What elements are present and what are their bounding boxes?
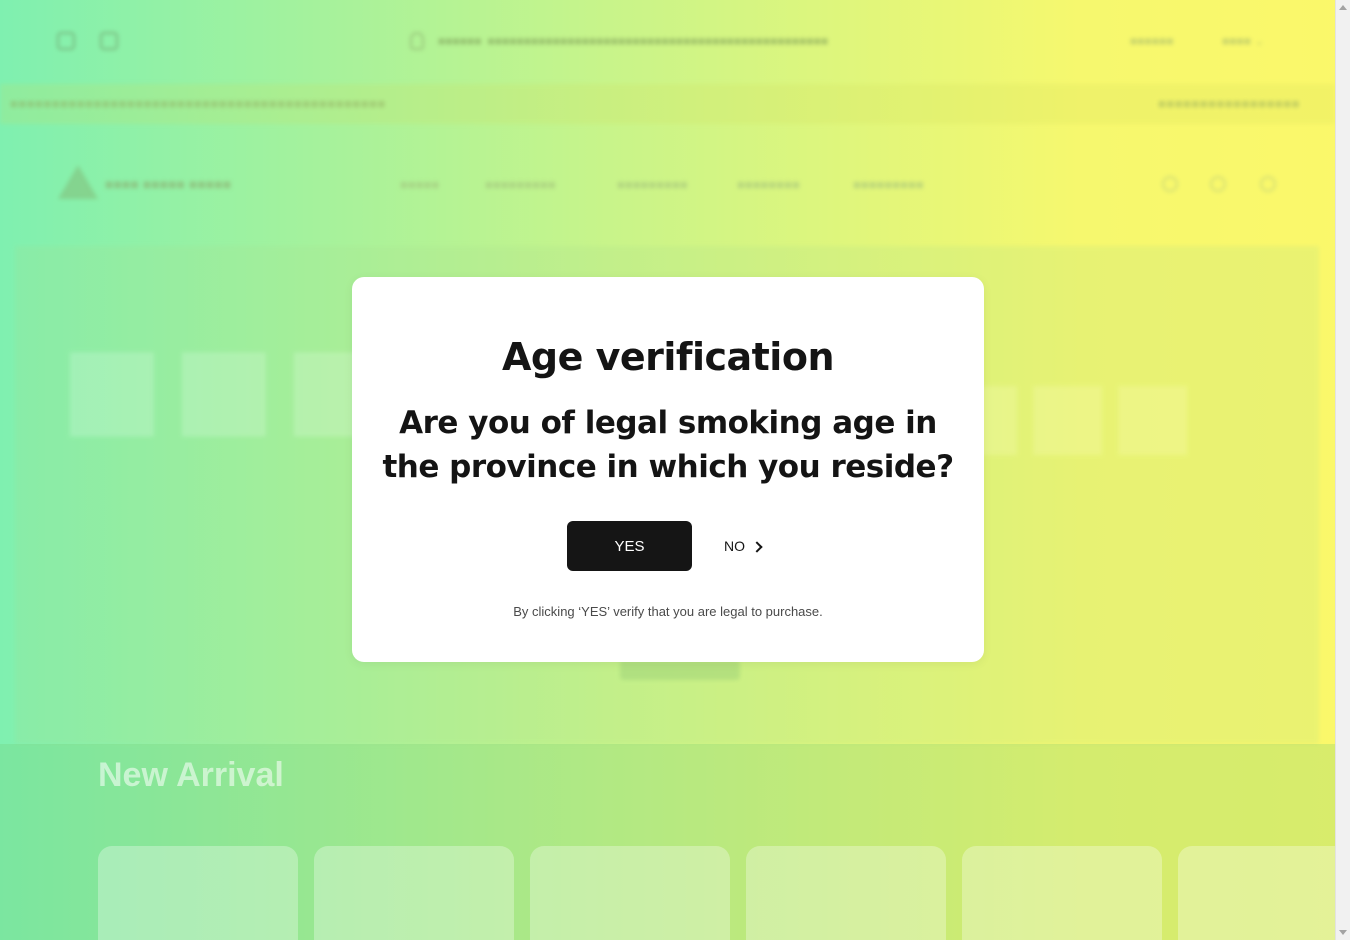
product-card (1178, 846, 1335, 940)
top-bar: ■■■■■■ ■■■■■■■■■■■■■■■■■■■■■■■■■■■■■■■■■■… (0, 0, 1335, 84)
product-card (314, 846, 514, 940)
nav-link: ■■■■■■■■■ (485, 177, 556, 192)
logo-text: ■■■■ ■■■■■ ■■■■■ (105, 176, 232, 192)
cart-icon (1260, 176, 1276, 192)
page: ■■■■■■ ■■■■■■■■■■■■■■■■■■■■■■■■■■■■■■■■■■… (0, 0, 1335, 940)
vertical-scrollbar[interactable] (1335, 0, 1350, 940)
product-card (530, 846, 730, 940)
new-arrival-heading: New Arrival (98, 756, 284, 794)
scroll-down-icon[interactable] (1339, 930, 1347, 935)
nav-link: ■■■■■ (400, 177, 440, 192)
product-card (746, 846, 946, 940)
product-card (962, 846, 1162, 940)
currency-selector: ■■■■ ⌄ (1222, 34, 1265, 48)
nav-link: ■■■■■■■■■ (617, 177, 688, 192)
no-button[interactable]: NO (724, 531, 763, 561)
product-card (98, 846, 298, 940)
no-button-label: NO (724, 538, 745, 554)
bulb-icon (410, 32, 424, 50)
facebook-icon (100, 32, 118, 50)
modal-title: Age verification (502, 335, 835, 379)
age-question: Are you of legal smoking age in the prov… (382, 405, 954, 485)
disclaimer-text: By clicking ‘YES’ verify that you are le… (513, 604, 823, 619)
account-icon (1210, 176, 1226, 192)
instagram-icon (57, 32, 75, 50)
hero-button (620, 660, 740, 680)
language-selector: ■■■■■■ (1130, 34, 1174, 48)
scroll-up-icon[interactable] (1339, 5, 1347, 10)
chevron-right-icon (751, 540, 763, 553)
logo-icon (58, 165, 98, 199)
topbar-message: ■■■■■■ ■■■■■■■■■■■■■■■■■■■■■■■■■■■■■■■■■■… (438, 34, 829, 48)
search-icon (1162, 176, 1178, 192)
age-verification-modal: Age verification Are you of legal smokin… (352, 277, 984, 662)
yes-button[interactable]: YES (567, 521, 692, 571)
nav-link: ■■■■■■■■■ (853, 177, 924, 192)
nav-link: ■■■■■■■■ (737, 177, 800, 192)
announcement-marquee: ■■■■■■■■■■■■■■■■■■■■■■■■■■■■■■■■■■■■■■■■… (0, 84, 1335, 124)
